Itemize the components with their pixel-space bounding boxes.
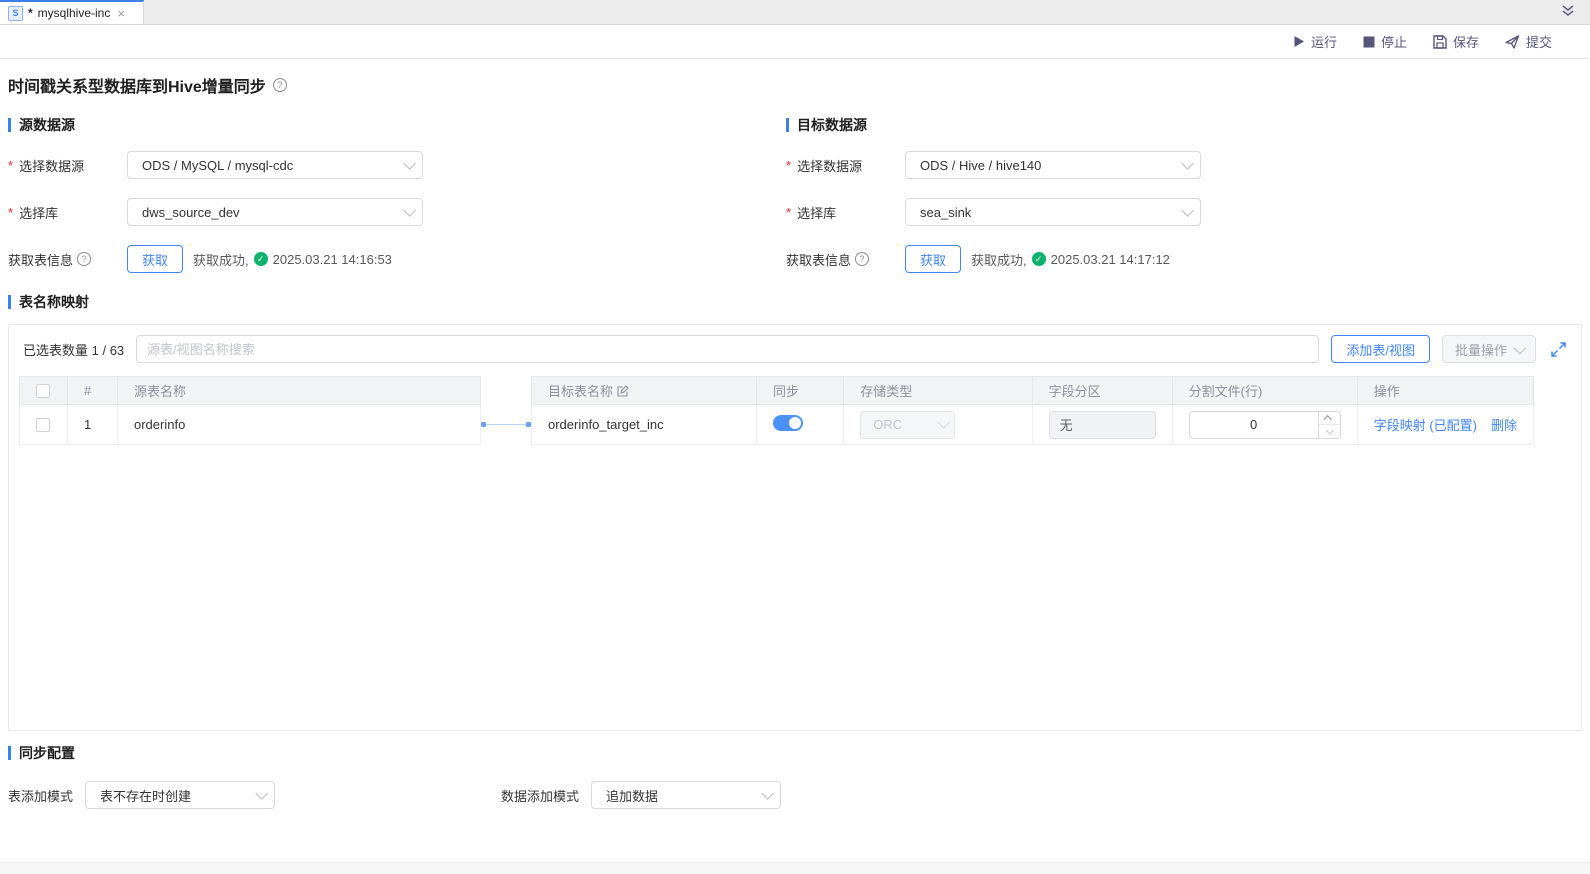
source-table: # 源表名称 1 orderinfo: [19, 376, 481, 445]
tab-mysqlhive-inc[interactable]: S * mysqlhive-inc ×: [0, 0, 144, 24]
target-fetch-status: 获取成功, ✓ 2025.03.21 14:17:12: [971, 250, 1170, 269]
chevron-down-icon: [938, 416, 951, 429]
source-fetch-button[interactable]: 获取: [127, 245, 183, 273]
target-table-name: orderinfo_target_inc: [532, 405, 757, 445]
chevron-down-icon: [403, 204, 416, 217]
run-button[interactable]: 运行: [1293, 32, 1337, 51]
target-datasource-select[interactable]: ODS / Hive / hive140: [905, 151, 1201, 179]
section-accent-bar: [8, 295, 11, 309]
target-fetch-time: 2025.03.21 14:17:12: [1051, 252, 1170, 267]
target-db-label: * 选择库: [786, 203, 905, 222]
table-mapping-panel: 已选表数量 1 / 63 添加表/视图 批量操作 #: [8, 324, 1582, 731]
title-help-icon[interactable]: ?: [273, 78, 287, 92]
select-all-checkbox[interactable]: [36, 384, 50, 398]
delete-link[interactable]: 删除: [1491, 415, 1517, 434]
section-accent-bar: [8, 118, 11, 132]
chevron-down-icon: [761, 787, 774, 800]
table-add-mode-label: 表添加模式: [8, 786, 73, 805]
chevron-down-icon: [403, 157, 416, 170]
paper-plane-icon: [1505, 35, 1520, 49]
source-db-select[interactable]: dws_source_dev: [127, 198, 423, 226]
mapping-connector-line: [483, 424, 529, 425]
chevron-down-icon: [1181, 204, 1194, 217]
chevron-down-icon: [1514, 341, 1527, 354]
fetch-help-icon[interactable]: ?: [855, 252, 869, 266]
target-datasource-label: * 选择数据源: [786, 156, 905, 175]
stepper-down-button[interactable]: [1319, 424, 1340, 438]
source-datasource-section: 源数据源 * 选择数据源 ODS / MySQL / mysql-cdc * 选…: [8, 115, 786, 292]
split-file-column-header: 分割文件(行): [1172, 377, 1357, 405]
source-name-column-header: 源表名称: [118, 377, 481, 405]
tab-bar: S * mysqlhive-inc ×: [0, 0, 1590, 25]
chevron-down-icon: [255, 787, 268, 800]
edit-icon[interactable]: [617, 385, 629, 397]
source-fetch-status: 获取成功, ✓ 2025.03.21 14:16:53: [193, 250, 392, 269]
split-rows-stepper[interactable]: 0: [1189, 411, 1341, 439]
success-check-icon: ✓: [254, 252, 268, 266]
source-table-name: orderinfo: [118, 405, 481, 445]
source-datasource-label: * 选择数据源: [8, 156, 127, 175]
source-fetch-label: 获取表信息 ?: [8, 250, 127, 269]
target-name-column-header: 目标表名称: [532, 377, 757, 405]
sync-task-icon: S: [8, 6, 23, 21]
row-index: 1: [68, 405, 118, 445]
data-add-mode-select[interactable]: 追加数据: [591, 781, 781, 809]
stepper-up-button[interactable]: [1319, 412, 1340, 425]
sync-column-header: 同步: [756, 377, 843, 405]
source-section-title: 源数据源: [19, 115, 75, 135]
save-button[interactable]: 保存: [1433, 32, 1479, 51]
mapping-connector-area: [481, 376, 531, 445]
tab-title: mysqlhive-inc: [38, 6, 111, 20]
actions-column-header: 操作: [1357, 377, 1533, 405]
unsaved-marker: *: [28, 6, 33, 20]
target-fetch-label: 获取表信息 ?: [786, 250, 905, 269]
sync-config-section: 同步配置 表添加模式 表不存在时创建 数据添加模式 追加数据: [8, 743, 1582, 809]
double-chevron-down-icon[interactable]: [1560, 3, 1576, 22]
tab-close-icon[interactable]: ×: [117, 6, 125, 21]
page-title: 时间戳关系型数据库到Hive增量同步: [8, 73, 266, 97]
mapping-section-title: 表名称映射: [19, 292, 89, 312]
section-accent-bar: [786, 118, 789, 132]
selected-count: 已选表数量 1 / 63: [23, 340, 124, 359]
table-add-mode-select[interactable]: 表不存在时创建: [85, 781, 275, 809]
stop-button[interactable]: 停止: [1363, 32, 1407, 51]
batch-operation-button[interactable]: 批量操作: [1442, 335, 1536, 363]
submit-button[interactable]: 提交: [1505, 32, 1552, 51]
target-section-title: 目标数据源: [797, 115, 867, 135]
target-datasource-section: 目标数据源 * 选择数据源 ODS / Hive / hive140 * 选择库: [786, 115, 1564, 292]
index-column-header: #: [68, 377, 118, 405]
fetch-help-icon[interactable]: ?: [77, 252, 91, 266]
storage-type-select[interactable]: ORC: [860, 411, 955, 439]
horizontal-scrollbar-track[interactable]: [0, 862, 1590, 874]
source-datasource-select[interactable]: ODS / MySQL / mysql-cdc: [127, 151, 423, 179]
stop-icon: [1363, 36, 1375, 48]
fullscreen-expand-icon[interactable]: [1550, 341, 1567, 358]
partition-column-header: 字段分区: [1032, 377, 1172, 405]
source-table-row[interactable]: 1 orderinfo: [20, 405, 481, 445]
target-table-row: orderinfo_target_inc ORC 无: [532, 405, 1534, 445]
target-table: 目标表名称 同步 存储类型 字段分区 分割文件(行) 操作 orderinfo_…: [531, 376, 1534, 445]
chevron-down-icon: [1181, 157, 1194, 170]
stepper-buttons: [1318, 412, 1340, 438]
data-add-mode-label: 数据添加模式: [501, 786, 579, 805]
source-fetch-time: 2025.03.21 14:16:53: [273, 252, 392, 267]
partition-field-input[interactable]: 无: [1049, 411, 1156, 439]
add-table-view-button[interactable]: 添加表/视图: [1331, 335, 1430, 363]
main-content: 时间戳关系型数据库到Hive增量同步 ? 源数据源 * 选择数据源 ODS / …: [0, 59, 1590, 809]
action-toolbar: 运行 停止 保存 提交: [0, 25, 1590, 59]
storage-type-column-header: 存储类型: [844, 377, 1032, 405]
field-mapping-link[interactable]: 字段映射 (已配置): [1374, 415, 1477, 434]
play-icon: [1293, 35, 1305, 48]
table-search-input[interactable]: [136, 335, 1319, 363]
target-db-select[interactable]: sea_sink: [905, 198, 1201, 226]
row-checkbox[interactable]: [36, 418, 50, 432]
save-icon: [1433, 35, 1447, 49]
target-fetch-button[interactable]: 获取: [905, 245, 961, 273]
success-check-icon: ✓: [1032, 252, 1046, 266]
sync-config-title: 同步配置: [19, 743, 75, 763]
section-accent-bar: [8, 746, 11, 760]
source-db-label: * 选择库: [8, 203, 127, 222]
sync-toggle[interactable]: [773, 415, 803, 431]
